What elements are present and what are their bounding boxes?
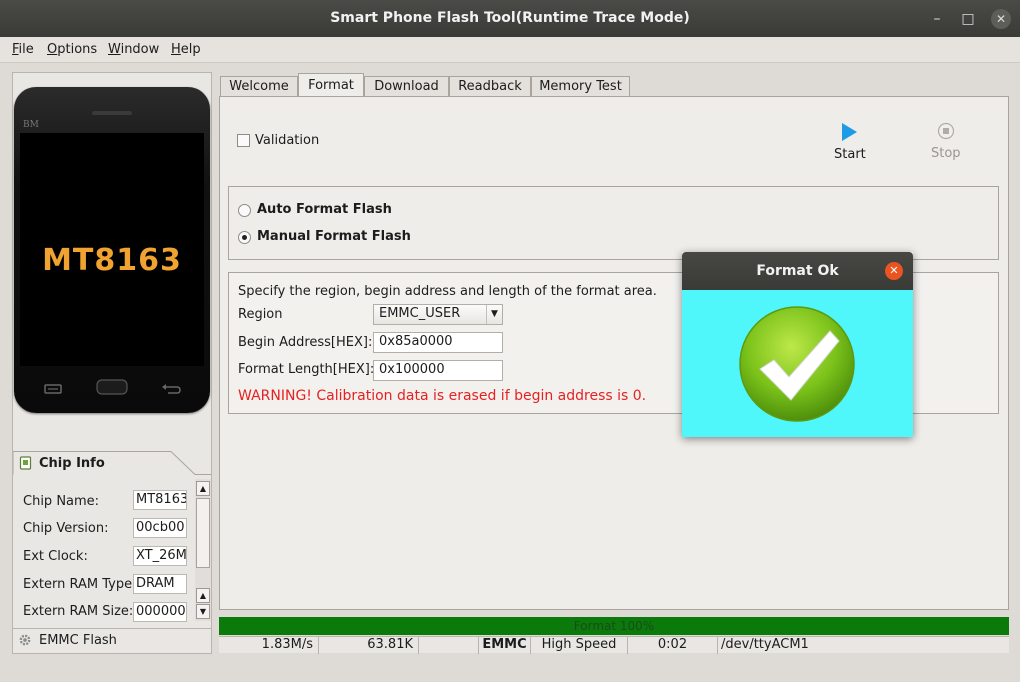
dialog-title: Format Ok bbox=[756, 263, 839, 279]
region-label: Region bbox=[238, 307, 283, 322]
start-label: Start bbox=[834, 147, 866, 162]
status-speed: 1.83M/s bbox=[219, 637, 319, 654]
chip-name-field[interactable]: MT8163 bbox=[133, 490, 187, 510]
status-bar: 1.83M/s 63.81K EMMC High Speed 0:02 /dev… bbox=[219, 636, 1009, 654]
scroll-up-icon[interactable]: ▲ bbox=[196, 481, 210, 496]
close-icon[interactable]: ✕ bbox=[991, 9, 1011, 29]
scroll-down-icon[interactable]: ▼ bbox=[196, 604, 210, 619]
gear-icon bbox=[19, 634, 31, 646]
ext-clock-label: Ext Clock: bbox=[23, 549, 88, 564]
scroll-up-lower-icon[interactable]: ▲ bbox=[196, 588, 210, 603]
menu-bar: File Options Window Help bbox=[0, 37, 1020, 63]
begin-address-label: Begin Address[HEX]: bbox=[238, 335, 373, 350]
tab-readback[interactable]: Readback bbox=[449, 76, 531, 97]
manual-format-radio[interactable] bbox=[238, 231, 251, 244]
tab-download[interactable]: Download bbox=[364, 76, 449, 97]
stop-button[interactable]: Stop bbox=[923, 120, 969, 164]
back-key-icon bbox=[162, 384, 181, 394]
dialog-body bbox=[682, 290, 913, 437]
chip-info-tab[interactable]: Chip Info bbox=[13, 451, 211, 475]
warning-text: WARNING! Calibration data is erased if b… bbox=[238, 388, 647, 404]
format-instructions: Specify the region, begin address and le… bbox=[238, 284, 657, 299]
format-mode-group: Auto Format Flash Manual Format Flash bbox=[228, 186, 999, 260]
chip-model-label: MT8163 bbox=[42, 243, 182, 278]
menu-key-icon bbox=[44, 384, 62, 394]
region-select[interactable]: EMMC_USER ▼ bbox=[373, 304, 503, 325]
phone-brand-mark: BM bbox=[23, 120, 39, 130]
extern-ram-type-label: Extern RAM Type: bbox=[23, 577, 137, 592]
tab-memory-test[interactable]: Memory Test bbox=[531, 76, 630, 97]
status-spacer bbox=[419, 637, 479, 654]
stop-icon bbox=[937, 122, 955, 140]
phone-speaker bbox=[92, 111, 132, 115]
start-button[interactable]: Start bbox=[824, 120, 874, 164]
dialog-titlebar: Format Ok ✕ bbox=[682, 252, 913, 290]
format-length-input[interactable]: 0x100000 bbox=[373, 360, 503, 381]
stop-label: Stop bbox=[931, 146, 961, 161]
progress-bar: Format 100% bbox=[219, 617, 1009, 635]
begin-address-input[interactable]: 0x85a0000 bbox=[373, 332, 503, 353]
play-icon bbox=[842, 123, 857, 141]
status-size: 63.81K bbox=[319, 637, 419, 654]
minimize-icon[interactable]: – bbox=[927, 9, 947, 29]
menu-window[interactable]: Window bbox=[108, 42, 159, 57]
extern-ram-size-field[interactable]: 000000 bbox=[133, 602, 187, 622]
chevron-down-icon: ▼ bbox=[486, 305, 502, 324]
emmc-flash-tab[interactable]: EMMC Flash bbox=[13, 628, 211, 652]
manual-format-label: Manual Format Flash bbox=[257, 229, 411, 244]
checkmark-icon bbox=[739, 306, 855, 422]
progress-text: Format 100% bbox=[573, 619, 655, 633]
emmc-flash-label: EMMC Flash bbox=[39, 633, 117, 648]
status-time: 0:02 bbox=[628, 637, 718, 654]
validation-checkbox[interactable] bbox=[237, 134, 250, 147]
scroll-thumb[interactable] bbox=[196, 498, 210, 568]
format-ok-dialog: Format Ok ✕ bbox=[682, 252, 913, 437]
dialog-close-icon[interactable]: ✕ bbox=[885, 262, 903, 280]
maximize-icon[interactable]: □ bbox=[958, 9, 978, 29]
validation-label: Validation bbox=[255, 133, 320, 148]
ext-clock-field[interactable]: XT_26M bbox=[133, 546, 187, 566]
tab-format[interactable]: Format bbox=[298, 73, 364, 97]
phone-screen: MT8163 bbox=[20, 133, 204, 366]
phone-illustration: BM MT8163 bbox=[14, 87, 210, 413]
status-port: /dev/ttyACM1 bbox=[721, 637, 809, 652]
menu-file[interactable]: File bbox=[12, 42, 34, 57]
chip-version-field[interactable]: 00cb00 bbox=[133, 518, 187, 538]
auto-format-radio[interactable] bbox=[238, 204, 251, 217]
extern-ram-size-label: Extern RAM Size: bbox=[23, 604, 134, 619]
home-key-icon bbox=[96, 379, 128, 395]
extern-ram-type-field[interactable]: DRAM bbox=[133, 574, 187, 594]
tab-welcome[interactable]: Welcome bbox=[220, 76, 298, 97]
format-length-label: Format Length[HEX]: bbox=[238, 362, 375, 377]
chip-version-label: Chip Version: bbox=[23, 521, 109, 536]
menu-help[interactable]: Help bbox=[171, 42, 201, 57]
chip-info-tab-outline bbox=[13, 451, 211, 475]
menu-options[interactable]: Options bbox=[47, 42, 97, 57]
auto-format-label: Auto Format Flash bbox=[257, 202, 392, 217]
region-select-value: EMMC_USER bbox=[379, 306, 461, 321]
window-title: Smart Phone Flash Tool(Runtime Trace Mod… bbox=[330, 10, 690, 26]
window-titlebar: Smart Phone Flash Tool(Runtime Trace Mod… bbox=[0, 0, 1020, 37]
status-storage: EMMC bbox=[479, 637, 531, 654]
chip-name-label: Chip Name: bbox=[23, 494, 100, 509]
status-usb-speed: High Speed bbox=[531, 637, 628, 654]
chip-info-scrollbar[interactable]: ▲ ▲ ▼ bbox=[195, 479, 211, 621]
